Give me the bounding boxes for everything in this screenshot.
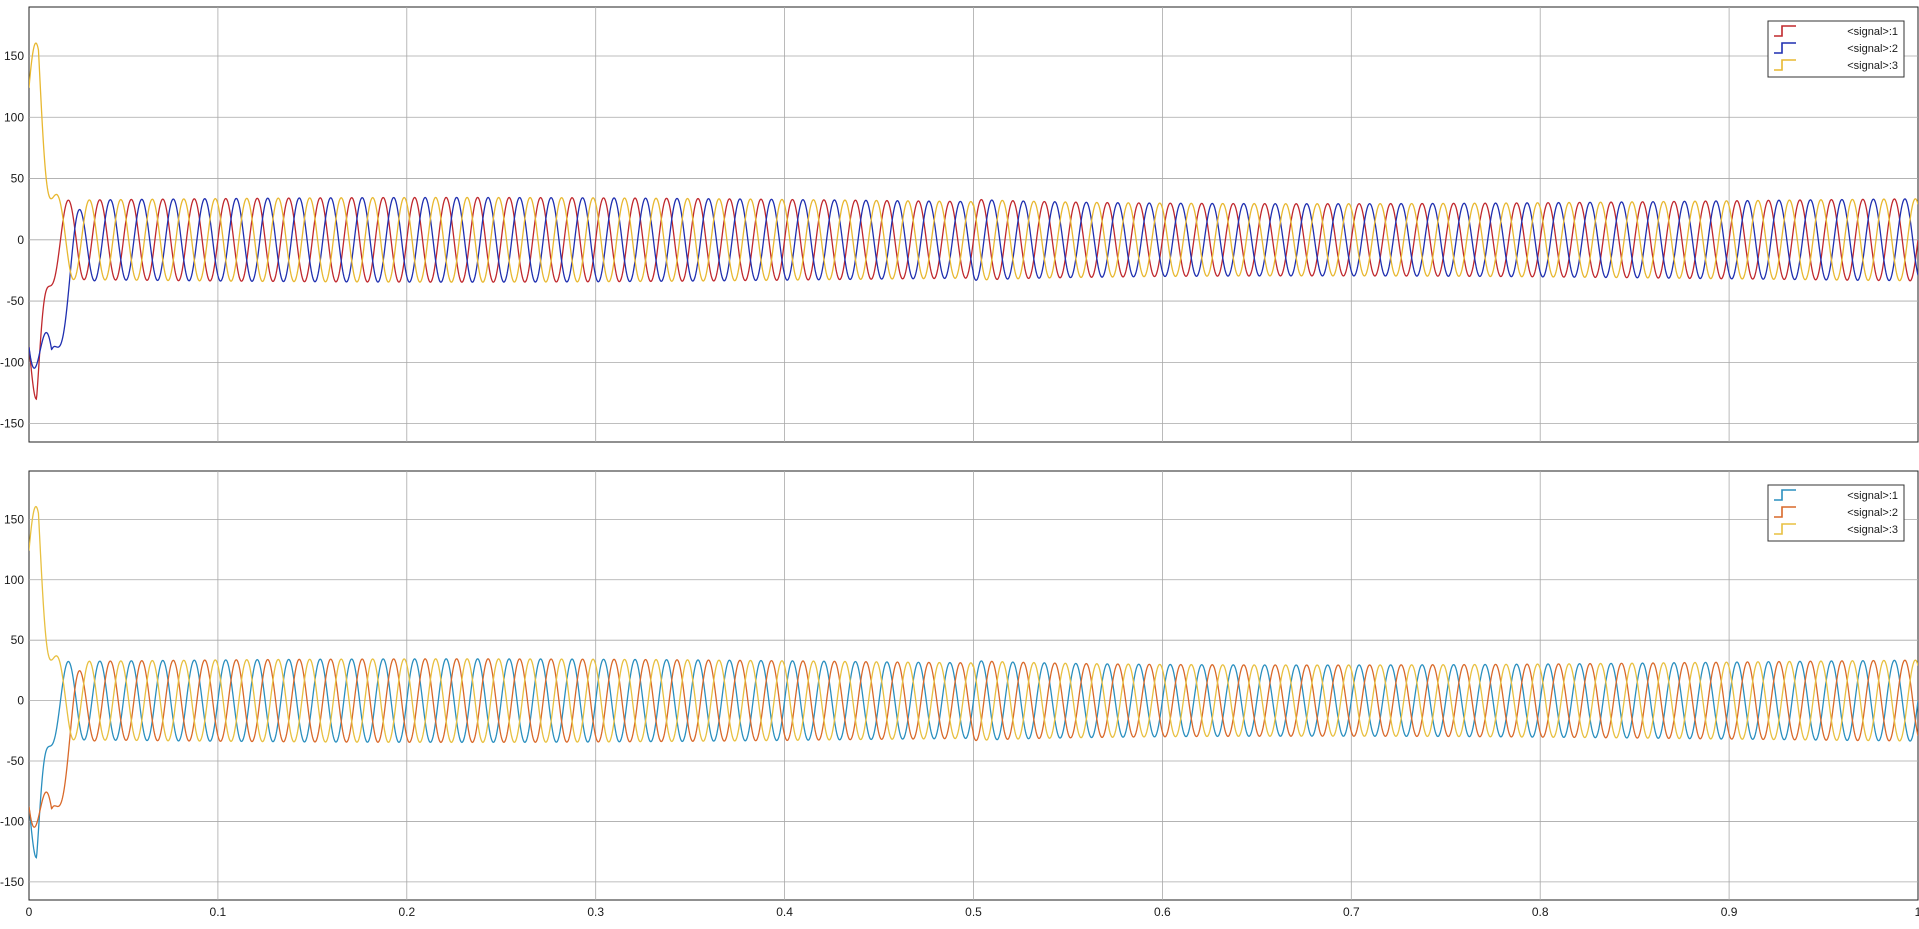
x-tick-label: 0.8 (1532, 905, 1549, 919)
legend: <signal>:1 <signal>:2 <signal>:3 (1767, 20, 1905, 78)
y-tick-label: 150 (4, 512, 24, 526)
x-tick-label: 0.5 (965, 905, 982, 919)
x-tick-label: 0.7 (1343, 905, 1360, 919)
x-tick-label: 0.9 (1721, 905, 1738, 919)
legend-label: <signal>:1 (1847, 490, 1898, 502)
legend-label: <signal>:2 (1847, 43, 1898, 55)
y-tick-label: 150 (4, 49, 24, 63)
y-tick-label: -150 (0, 417, 24, 431)
y-tick-label: 0 (17, 694, 24, 708)
x-tick-label: 0.6 (1154, 905, 1171, 919)
y-tick-label: -100 (0, 355, 24, 369)
y-tick-label: -150 (0, 875, 24, 889)
x-tick-label: 0 (26, 905, 33, 919)
x-tick-label: 0.1 (210, 905, 227, 919)
x-tick-label: 0.2 (398, 905, 415, 919)
legend-label: <signal>:1 (1847, 26, 1898, 38)
y-tick-label: 50 (11, 633, 25, 647)
legend-label: <signal>:3 (1847, 524, 1898, 536)
legend: <signal>:1 <signal>:2 <signal>:3 (1767, 484, 1905, 542)
panel-bottom: 150 100 50 0 -50 -100 -150 0 0.1 0.2 0.3 0.4 0.5 0.6 0… (0, 470, 1919, 919)
y-tick-label: -100 (0, 814, 24, 828)
legend-label: <signal>:3 (1847, 60, 1898, 72)
y-tick-label: 100 (4, 110, 24, 124)
legend-label: <signal>:2 (1847, 507, 1898, 519)
y-tick-label: -50 (7, 294, 25, 308)
y-tick-label: 100 (4, 573, 24, 587)
x-tick-label: 0.4 (776, 905, 793, 919)
x-tick-label: 1 (1915, 905, 1919, 919)
panel-top: 150 100 50 0 -50 -100 -150 <signal>:1 <signal>:2… (0, 6, 1919, 443)
y-tick-label: 50 (11, 172, 25, 186)
scope-figure: 150100500-50-100-150<signal>:1<signal>:2… (0, 6, 1919, 919)
y-tick-label: 0 (17, 233, 24, 247)
y-tick-label: -50 (7, 754, 25, 768)
x-tick-label: 0.3 (587, 905, 604, 919)
